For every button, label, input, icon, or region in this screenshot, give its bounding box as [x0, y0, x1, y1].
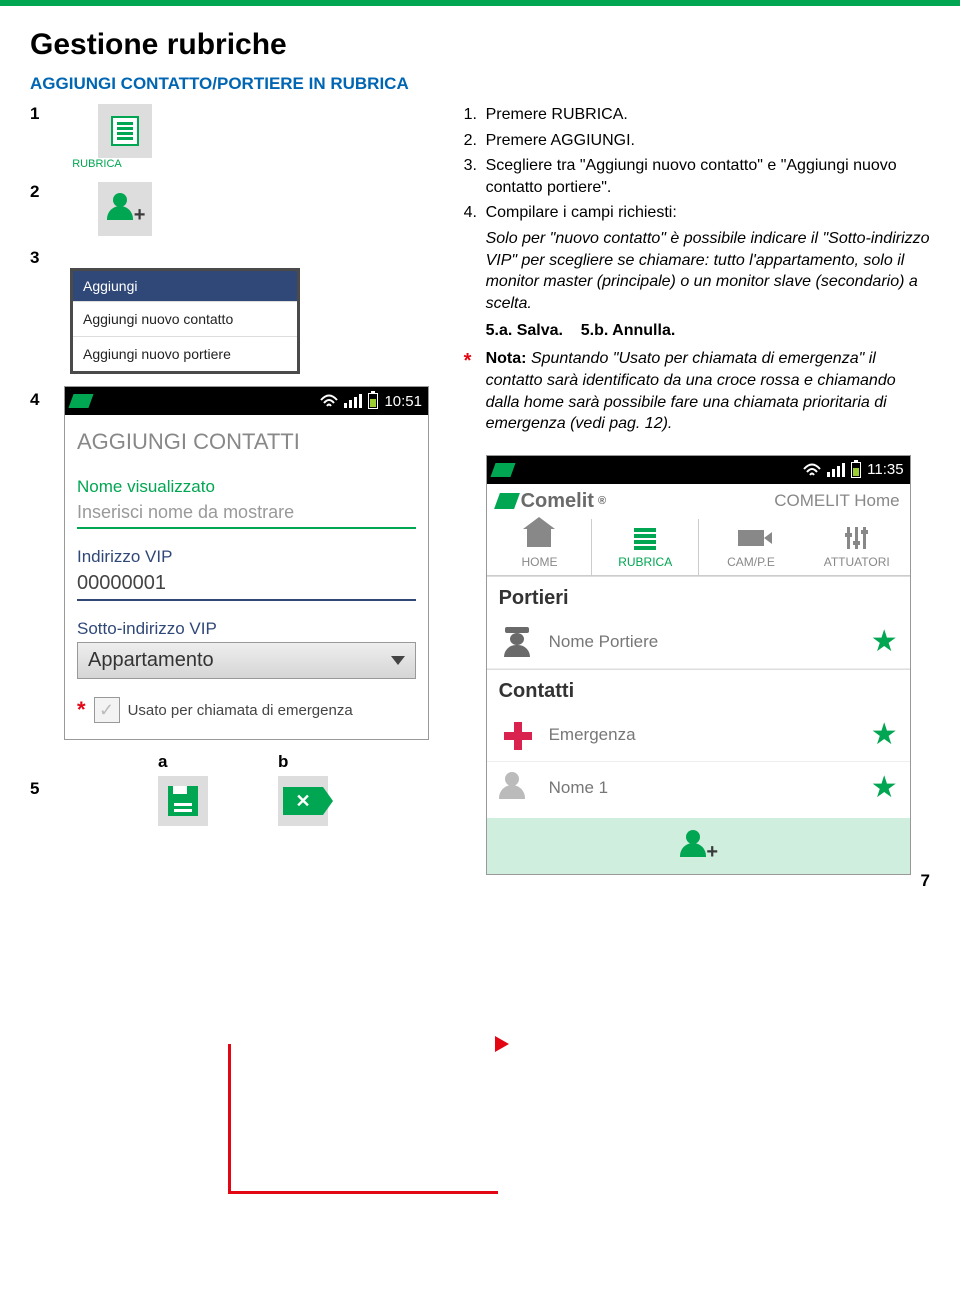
- add-contact-tile[interactable]: +: [98, 182, 152, 236]
- comelit-logo-icon: [494, 493, 520, 509]
- address-label: Indirizzo VIP: [77, 547, 416, 567]
- sliders-icon: [845, 527, 869, 549]
- menu-add-porter[interactable]: Aggiungi nuovo portiere: [73, 336, 297, 371]
- subaddress-label: Sotto-indirizzo VIP: [77, 619, 416, 639]
- add-menu: Aggiungi Aggiungi nuovo contatto Aggiung…: [70, 268, 300, 374]
- dropdown-value: Appartamento: [88, 649, 214, 672]
- asterisk-marker: *: [77, 697, 86, 723]
- bottom-action-bar: +: [487, 818, 910, 874]
- step-4: 4 10:51 AGGIUNGI CONTATTI Nome visualizz…: [30, 386, 444, 740]
- comelit-status-icon: [490, 463, 515, 477]
- rubrica-tile[interactable]: [98, 104, 152, 158]
- marker-1: 1: [30, 104, 54, 124]
- emergency-cross-icon: [502, 720, 532, 750]
- contact-emergenza[interactable]: Emergenza ★: [487, 709, 910, 762]
- add-contact-screen: 10:51 AGGIUNGI CONTATTI Nome visualizzat…: [64, 386, 429, 740]
- marker-5: 5: [30, 779, 54, 799]
- signal-icon: [827, 463, 845, 477]
- tab-actuators[interactable]: ATTUATORI: [804, 519, 910, 575]
- status-bar: 10:51: [65, 387, 428, 415]
- person-icon: [499, 770, 535, 806]
- step-5: 5 a b ✕: [30, 752, 444, 826]
- marker-a: a: [158, 752, 208, 772]
- step-1: 1 RUBRICA: [30, 104, 444, 170]
- emergency-checkbox-label: Usato per chiamata di emergenza: [128, 702, 353, 719]
- list-icon: [111, 116, 139, 146]
- marker-b: b: [278, 752, 328, 772]
- person-add-icon: +: [107, 191, 143, 227]
- section-portieri: Portieri: [487, 576, 910, 616]
- instruction-1: 1.Premere RUBRICA.: [464, 104, 930, 126]
- clock: 11:35: [867, 461, 903, 478]
- favorite-star-icon[interactable]: ★: [871, 624, 898, 659]
- instruction-5: 5.a. Salva. 5.b. Annulla.: [464, 322, 930, 340]
- save-button[interactable]: [158, 776, 208, 826]
- favorite-star-icon[interactable]: ★: [871, 770, 898, 805]
- battery-icon: [851, 462, 861, 478]
- app-name: COMELIT Home: [774, 491, 899, 511]
- page-title: Gestione rubriche: [30, 28, 930, 62]
- cancel-icon: ✕: [283, 787, 323, 815]
- marker-4: 4: [30, 390, 54, 410]
- name-input[interactable]: Inserisci nome da mostrare: [77, 500, 416, 529]
- page-number: 7: [921, 871, 930, 891]
- instruction-4-note: Solo per "nuovo contatto" è possibile in…: [464, 228, 930, 314]
- menu-add-contact[interactable]: Aggiungi nuovo contatto: [73, 301, 297, 336]
- arrow-head-icon: [495, 1036, 509, 1052]
- tab-rubrica[interactable]: RUBRICA: [592, 519, 698, 575]
- page-subtitle: AGGIUNGI CONTATTO/PORTIERE IN RUBRICA: [30, 74, 930, 94]
- section-contatti: Contatti: [487, 669, 910, 709]
- address-input[interactable]: 00000001: [77, 570, 416, 601]
- tab-home[interactable]: HOME: [487, 519, 593, 575]
- instruction-4: 4.Compilare i campi richiesti:: [464, 202, 930, 224]
- note: * Nota: Spuntando "Usato per chiamata di…: [464, 348, 930, 434]
- rubrica-label: RUBRICA: [70, 158, 124, 170]
- signal-icon: [344, 394, 362, 408]
- brand-logo: Comelit®: [497, 490, 606, 513]
- home-icon: [527, 529, 551, 547]
- name-label: Nome visualizzato: [77, 477, 416, 497]
- subaddress-dropdown[interactable]: Appartamento: [77, 642, 416, 679]
- favorite-star-icon[interactable]: ★: [871, 717, 898, 752]
- form-title: AGGIUNGI CONTATTI: [77, 429, 416, 455]
- contact-portiere[interactable]: Nome Portiere ★: [487, 616, 910, 669]
- emergency-checkbox[interactable]: ✓: [94, 697, 120, 723]
- step-2: 2 +: [30, 182, 444, 236]
- instruction-3: 3.Scegliere tra "Aggiungi nuovo contatto…: [464, 155, 930, 198]
- step-3: 3 Aggiungi Aggiungi nuovo contatto Aggiu…: [30, 248, 444, 374]
- chevron-down-icon: [391, 656, 405, 665]
- marker-3: 3: [30, 248, 54, 268]
- camera-icon: [738, 530, 764, 546]
- battery-icon: [368, 393, 378, 409]
- add-contact-button[interactable]: +: [680, 828, 716, 864]
- save-icon: [168, 786, 198, 816]
- menu-header: Aggiungi: [73, 271, 297, 301]
- rubrica-list-screen: 11:35 Comelit® COMELIT Home HOME: [486, 455, 911, 875]
- tab-bar: HOME RUBRICA CAM/P.E ATTUATORI: [487, 519, 910, 576]
- contact-nome1[interactable]: Nome 1 ★: [487, 762, 910, 814]
- wifi-icon: [803, 463, 821, 477]
- arrow-line: [228, 1044, 498, 1194]
- marker-2: 2: [30, 182, 54, 202]
- wifi-icon: [320, 394, 338, 408]
- clock: 10:51: [384, 393, 422, 410]
- status-bar-2: 11:35: [487, 456, 910, 484]
- list-icon: [634, 526, 656, 550]
- tab-cam[interactable]: CAM/P.E: [698, 519, 804, 575]
- porter-icon: [502, 627, 532, 657]
- instruction-2: 2.Premere AGGIUNGI.: [464, 130, 930, 152]
- comelit-status-icon: [68, 394, 93, 408]
- cancel-button[interactable]: ✕: [278, 776, 328, 826]
